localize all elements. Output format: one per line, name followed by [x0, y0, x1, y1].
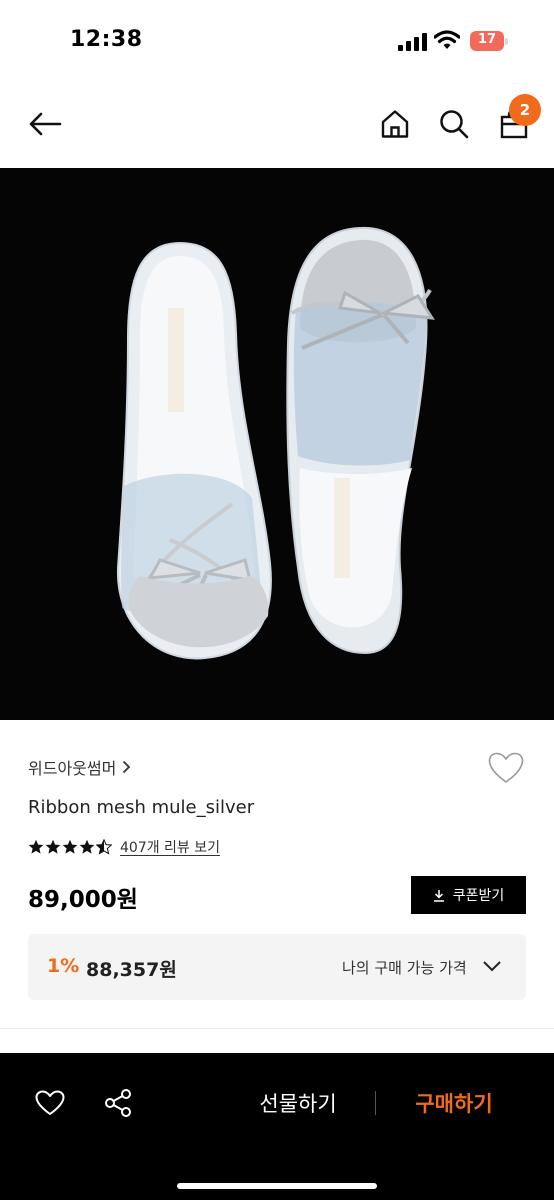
home-button[interactable] — [374, 80, 416, 168]
status-bar: 12:38 17 — [0, 0, 554, 80]
star-icon — [79, 839, 95, 854]
wifi-icon — [434, 30, 460, 49]
heart-icon — [488, 752, 524, 783]
star-rating — [28, 839, 112, 855]
buy-button[interactable]: 구매하기 — [396, 1083, 512, 1123]
heart-icon — [35, 1090, 65, 1115]
my-price-label: 나의 구매 가능 가격 — [342, 959, 467, 977]
my-price-dropdown[interactable]: 1% 88,357원 나의 구매 가능 가격 — [28, 934, 526, 1000]
top-nav-bar — [0, 80, 554, 168]
half-star-icon — [96, 839, 112, 855]
home-icon — [381, 110, 409, 138]
share-icon — [105, 1089, 131, 1117]
my-price-value: 88,357원 — [86, 959, 177, 981]
discount-rate: 1% — [47, 955, 80, 977]
gift-button[interactable]: 선물하기 — [238, 1083, 358, 1123]
back-arrow-icon — [29, 112, 62, 136]
wishlist-button[interactable] — [486, 748, 526, 788]
chevron-down-icon — [483, 961, 501, 972]
coupon-button[interactable]: 쿠폰받기 — [411, 876, 526, 914]
share-button[interactable] — [100, 1085, 136, 1121]
product-name: Ribbon mesh mule_silver — [28, 797, 255, 818]
battery-indicator: 17 — [470, 31, 508, 51]
bottom-action-bar: 선물하기 구매하기 — [0, 1053, 554, 1200]
brand-name: 위드아웃썸머 — [28, 759, 117, 778]
product-photo — [0, 168, 554, 720]
rating-row: 407개 리뷰 보기 — [28, 836, 220, 858]
download-icon — [433, 889, 444, 902]
review-link[interactable]: 407개 리뷰 보기 — [120, 837, 220, 857]
cellular-signal-icon — [398, 33, 427, 51]
coupon-label: 쿠폰받기 — [452, 888, 505, 904]
home-indicator[interactable] — [177, 1183, 377, 1189]
star-icon — [62, 839, 78, 854]
back-button[interactable] — [22, 80, 68, 168]
chevron-right-icon — [123, 760, 131, 774]
brand-link[interactable]: 위드아웃썸머 — [28, 755, 131, 779]
section-divider — [0, 1028, 554, 1029]
search-icon — [440, 110, 469, 139]
status-time: 12:38 — [70, 27, 143, 52]
bottom-wishlist-button[interactable] — [32, 1085, 68, 1121]
product-image[interactable] — [0, 168, 554, 720]
button-separator — [375, 1091, 376, 1115]
cart-count-badge: 2 — [509, 94, 541, 126]
star-icon — [45, 839, 61, 854]
product-price: 89,000원 — [28, 887, 138, 913]
search-button[interactable] — [434, 80, 474, 168]
star-icon — [28, 839, 44, 854]
battery-level: 17 — [477, 32, 497, 47]
